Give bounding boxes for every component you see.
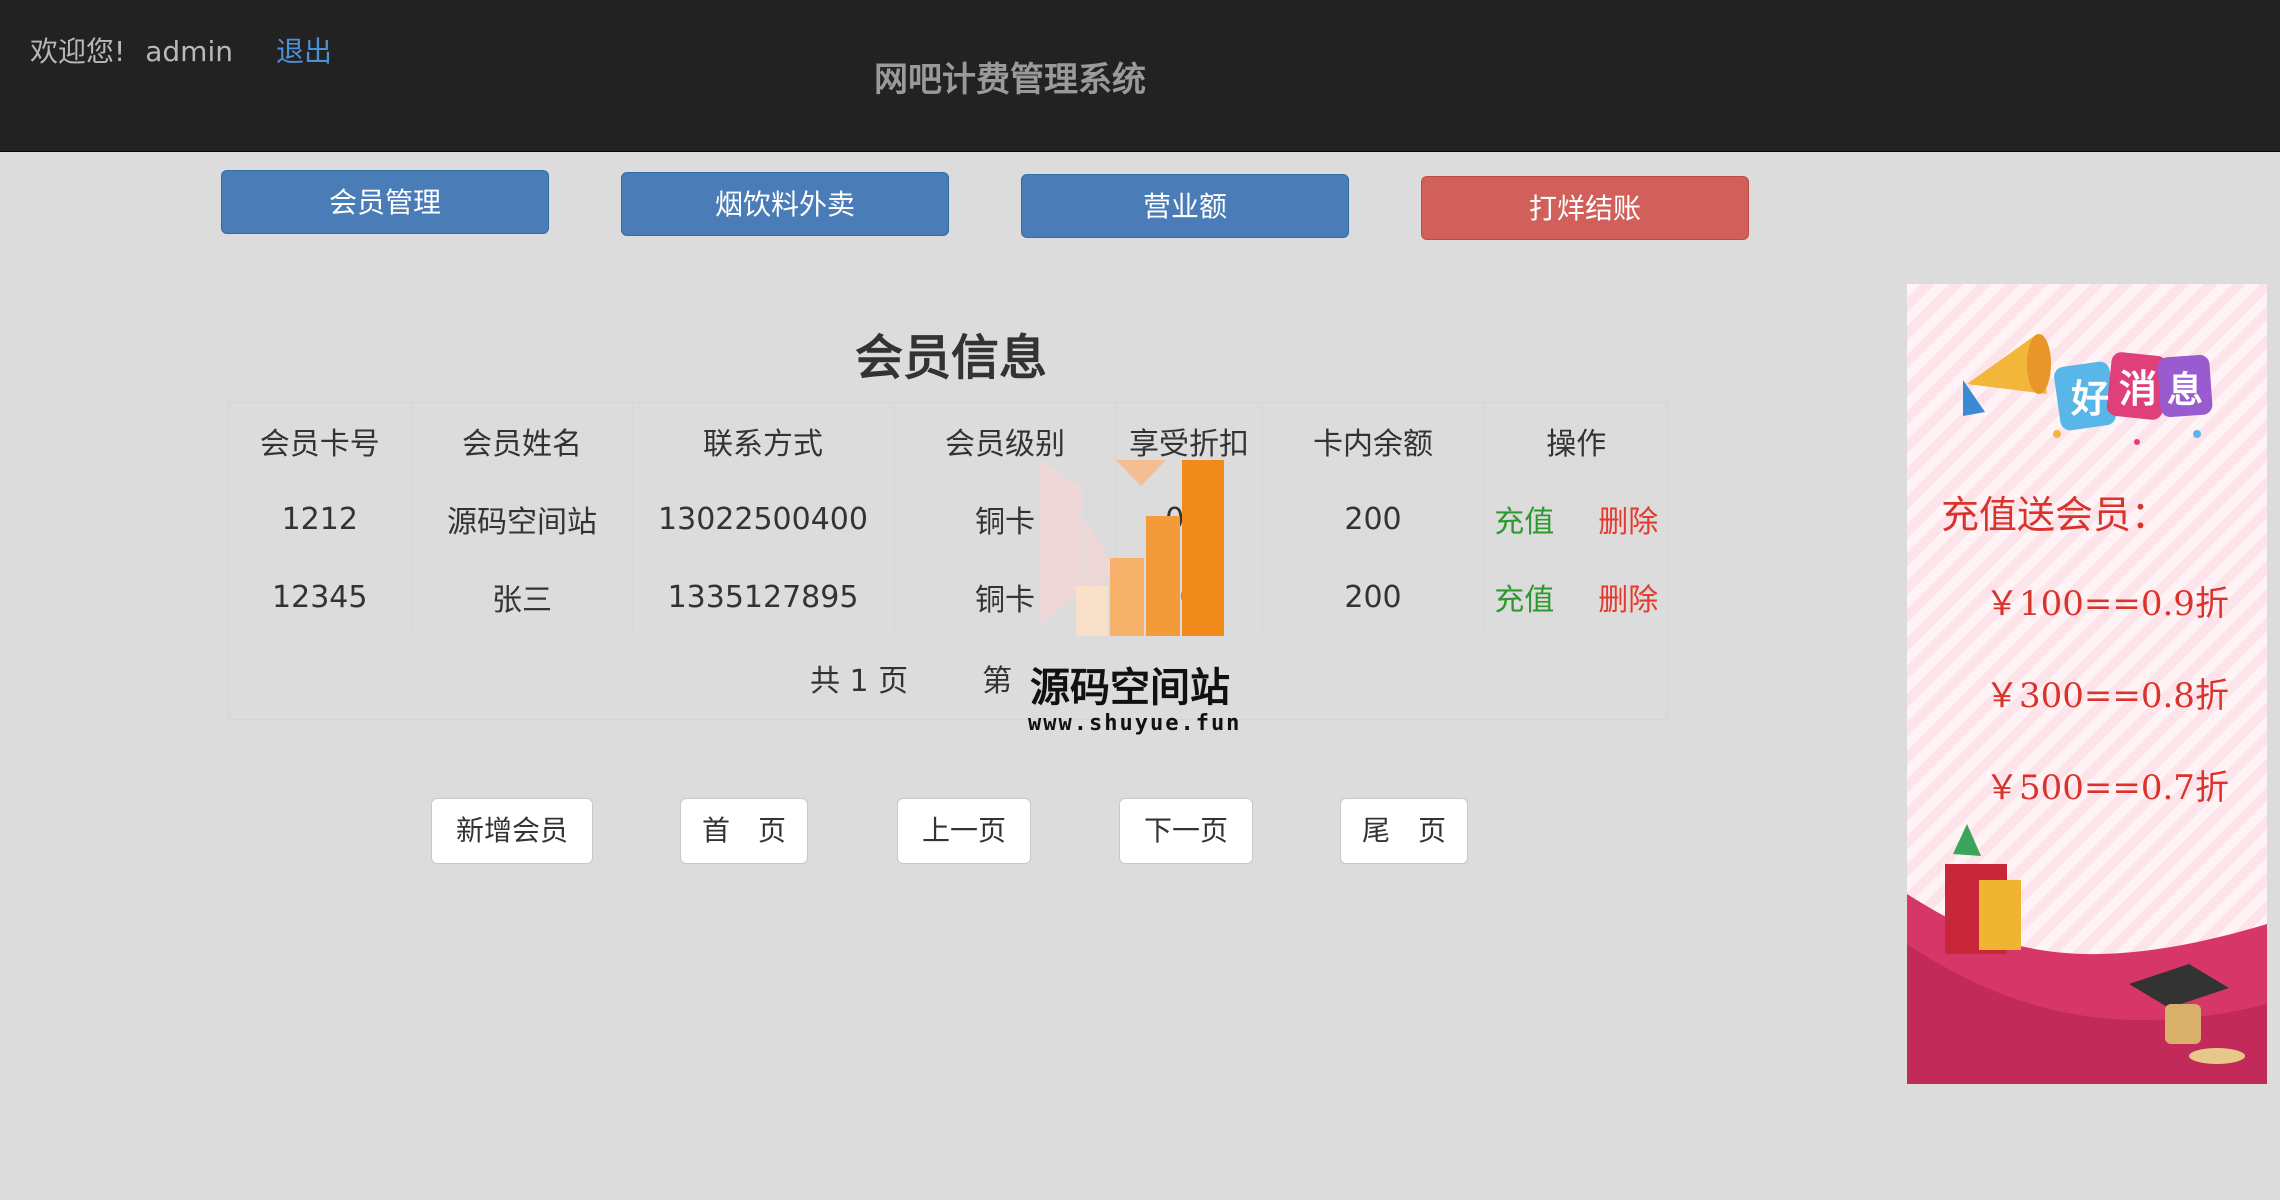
cell-actions: 充值 删除 (1483, 558, 1668, 636)
cell-name: 源码空间站 (411, 480, 632, 558)
first-page-button[interactable]: 首 页 (680, 798, 808, 864)
charge-link[interactable]: 充值 (1494, 583, 1554, 618)
member-table: 会员卡号 会员姓名 联系方式 会员级别 享受折扣 卡内余额 操作 1212 源码… (228, 402, 1668, 636)
delete-link[interactable]: 删除 (1598, 505, 1658, 540)
delete-link[interactable]: 删除 (1598, 583, 1658, 618)
promo-banner: 好 消 息 充值送会员： ￥100==0.9折 ￥300==0.8折 ￥500=… (1907, 284, 2267, 1084)
watermark-text: 源码空间站 (1030, 665, 1230, 711)
col-header-name: 会员姓名 (411, 402, 632, 480)
next-page-button[interactable]: 下一页 (1119, 798, 1253, 864)
charge-link[interactable]: 充值 (1494, 505, 1554, 540)
col-header-balance: 卡内余额 (1261, 402, 1484, 480)
megaphone-icon (1963, 334, 2051, 416)
logout-link[interactable]: 退出 (276, 30, 332, 70)
cell-card-no: 12345 (272, 579, 368, 615)
table-row: 12345 张三 1335127895 铜卡 0 200 充值删除 (228, 558, 1668, 636)
member-management-button[interactable]: 会员管理 (221, 170, 549, 234)
welcome-text: 欢迎您! admin (30, 30, 233, 70)
table-header-row: 会员卡号 会员姓名 联系方式 会员级别 享受折扣 卡内余额 操作 (228, 402, 1668, 480)
snacks-delivery-button[interactable]: 烟饮料外卖 (621, 172, 949, 236)
top-navbar: 欢迎您! admin 退出 网吧计费管理系统 (0, 0, 2280, 152)
promo-tier-100: ￥100==0.9折 (1985, 584, 2229, 624)
app-title: 网吧计费管理系统 (874, 60, 1146, 100)
prev-page-button[interactable]: 上一页 (897, 798, 1031, 864)
section-title: 会员信息 (855, 330, 1048, 386)
svg-text:息: 息 (2167, 370, 2203, 411)
page-current: 第 (982, 664, 1013, 699)
page-info: 共 1 页 第 (810, 656, 1012, 700)
svg-text:好: 好 (2070, 377, 2109, 421)
table-row: 1212 源码空间站 13022500400 铜卡 0.9 200 充值删除 (228, 480, 1668, 558)
svg-text:消: 消 (2119, 367, 2157, 411)
promo-tier-300: ￥300==0.8折 (1985, 676, 2229, 716)
cell-phone: 13022500400 (631, 480, 894, 558)
gift-bag-icon (1945, 824, 2021, 954)
revenue-button[interactable]: 营业额 (1021, 174, 1349, 238)
username: admin (145, 35, 233, 68)
cell-name: 张三 (411, 558, 632, 636)
page-total: 共 1 页 (810, 664, 909, 699)
col-header-phone: 联系方式 (631, 402, 894, 480)
cell-balance: 200 (1261, 480, 1484, 558)
watermark-url: www.shuyue.fun (1028, 711, 1242, 736)
cell-phone: 1335127895 (631, 558, 894, 636)
col-header-actions: 操作 (1483, 402, 1668, 480)
cell-actions: 充值 删除 (1483, 480, 1668, 558)
close-checkout-button[interactable]: 打烊结账 (1421, 176, 1749, 240)
add-member-button[interactable]: 新增会员 (431, 798, 593, 864)
promo-headline: 充值送会员： (1941, 493, 2170, 537)
col-header-card-no: 会员卡号 (259, 427, 380, 462)
welcome-label: 欢迎您! (30, 35, 126, 68)
good-news-badge-icon: 好 消 息 (2053, 352, 2213, 445)
cell-balance: 200 (1261, 558, 1484, 636)
promo-tier-500: ￥500==0.7折 (1985, 768, 2229, 808)
cell-card-no: 1212 (281, 501, 358, 537)
last-page-button[interactable]: 尾 页 (1340, 798, 1468, 864)
